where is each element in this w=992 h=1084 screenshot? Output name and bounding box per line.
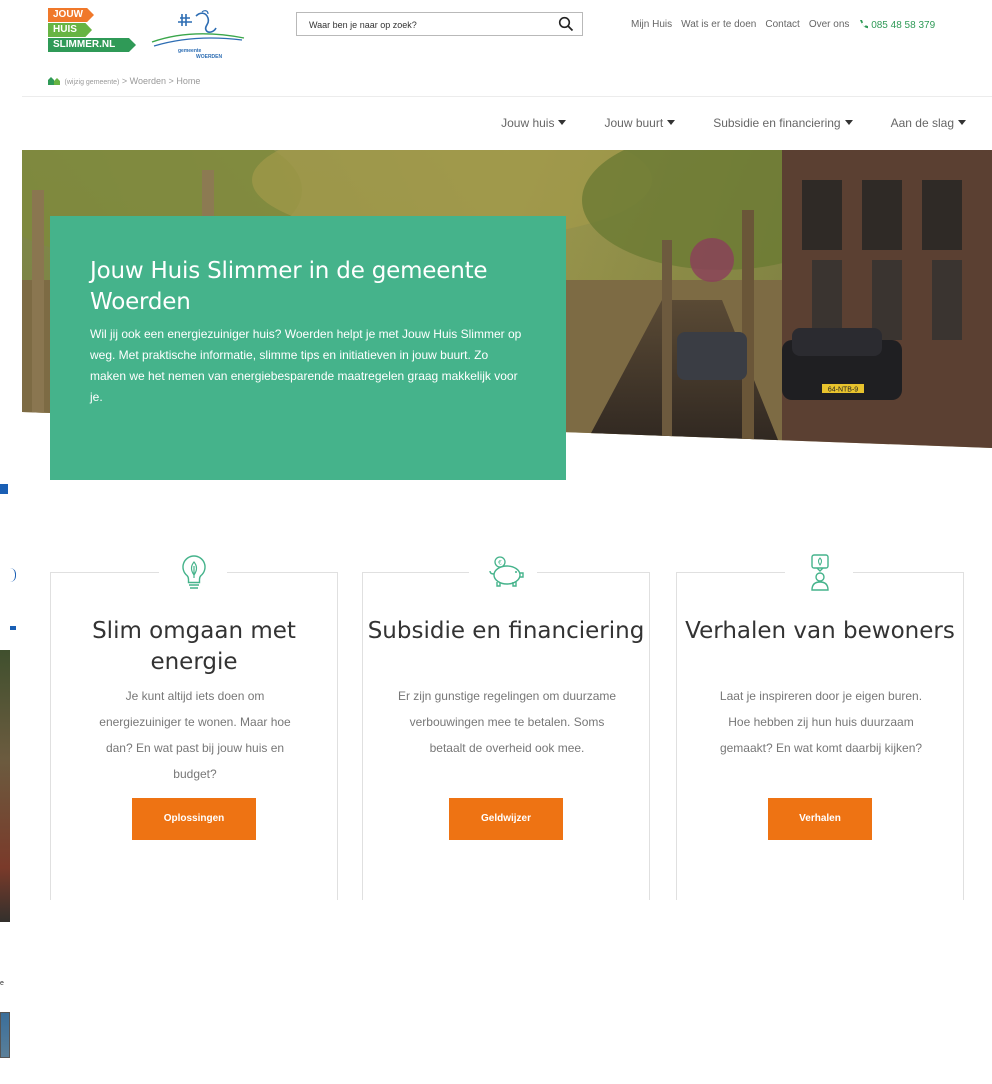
strip-blue-mark (0, 484, 8, 494)
logo-line-2: HUIS (48, 23, 92, 37)
card-top-border (537, 572, 649, 573)
municipality-name: gemeente WOERDEN (178, 48, 222, 60)
card-title: Subsidie en financiering (367, 618, 645, 644)
oplossingen-button[interactable]: Oplossingen (132, 798, 256, 840)
card-top-border (51, 572, 159, 573)
search-box (296, 12, 583, 36)
card-top-border (363, 572, 469, 573)
card-top-border (853, 572, 963, 573)
municipality-name-line-2: WOERDEN (196, 54, 223, 60)
caret-down-icon (558, 120, 567, 125)
nav-jouw-buurt-label: Jouw buurt (604, 116, 664, 130)
strip-photo-2 (0, 1012, 10, 1058)
card-title: Verhalen van bewoners (685, 618, 955, 644)
logo-line-3: SLIMMER.NL (48, 38, 136, 52)
svg-text:€: € (498, 560, 502, 567)
topnav-mijn-huis[interactable]: Mijn Huis (631, 19, 672, 31)
card-subsidie: € Subsidie en financiering Er zijn gunst… (362, 556, 650, 900)
main-navigation: Jouw huis Jouw buurt Subsidie en financi… (463, 116, 966, 130)
piggy-bank-icon: € (489, 556, 524, 587)
municipality-crest-icon (151, 10, 245, 47)
nav-aan-de-slag-label: Aan de slag (890, 116, 954, 130)
nav-subsidie[interactable]: Subsidie en financiering (713, 116, 853, 130)
topnav-over-ons[interactable]: Over ons (809, 19, 850, 31)
card-text: Er zijn gunstige regelingen om duurzame … (397, 689, 617, 755)
site-logo[interactable]: JOUW HUIS SLIMMER.NL (48, 8, 138, 60)
breadcrumb-home: Home (176, 76, 201, 86)
card-text: Laat je inspireren door je eigen buren. … (719, 689, 923, 755)
header-divider (22, 96, 992, 97)
card-top-border (227, 572, 337, 573)
breadcrumb-woerden[interactable]: Woerden (130, 76, 166, 86)
logo-line-1: JOUW (48, 8, 94, 22)
phone-number: 085 48 58 379 (871, 20, 936, 31)
search-icon[interactable] (558, 16, 574, 32)
strip-curve (10, 568, 16, 582)
license-plate-text: 64-NTB-9 (828, 387, 858, 394)
houses-icon (48, 77, 60, 85)
strip-dash (10, 626, 16, 630)
caret-down-icon (844, 120, 853, 125)
card-verhalen: Verhalen van bewoners Laat je inspireren… (676, 554, 964, 900)
hero-intro-box: Jouw Huis Slimmer in de gemeente Woerden… (50, 216, 566, 480)
nav-subsidie-label: Subsidie en financiering (713, 116, 841, 130)
nav-jouw-buurt[interactable]: Jouw buurt (604, 116, 676, 130)
breadcrumb-separator: > (168, 76, 174, 86)
strip-text: e (0, 980, 4, 987)
lightbulb-icon (182, 555, 206, 589)
nav-aan-de-slag[interactable]: Aan de slag (891, 116, 966, 130)
search-input[interactable] (309, 17, 539, 33)
card-energie: Slim omgaan met energie Je kunt altijd i… (50, 555, 338, 900)
hero-text: Wil jij ook een energiezuiniger huis? Wo… (90, 327, 522, 404)
verhalen-button[interactable]: Verhalen (768, 798, 872, 840)
resident-icon (811, 554, 829, 591)
phone-icon (860, 20, 869, 29)
topnav-phone[interactable]: 085 48 58 379 (858, 19, 935, 31)
caret-down-icon (958, 120, 966, 125)
caret-down-icon (667, 120, 676, 125)
left-window-strip: e (0, 0, 22, 1084)
topnav-wat-is-er-te-doen[interactable]: Wat is er te doen (681, 19, 756, 31)
card-title: Slim omgaan met energie (92, 618, 296, 675)
nav-jouw-huis-label: Jouw huis (501, 116, 555, 130)
topnav-contact[interactable]: Contact (765, 19, 799, 31)
breadcrumb: (wijzig gemeente) > Woerden > Home (48, 76, 200, 86)
card-top-border (677, 572, 785, 573)
nav-jouw-huis[interactable]: Jouw huis (501, 116, 567, 130)
geldwijzer-button[interactable]: Geldwijzer (449, 798, 563, 840)
breadcrumb-separator: > (121, 76, 128, 86)
card-text: Je kunt altijd iets doen om energiezuini… (99, 689, 291, 781)
top-navigation: Mijn Huis Wat is er te doen Contact Over… (631, 19, 935, 31)
breadcrumb-change-municipality[interactable]: (wijzig gemeente) (65, 79, 120, 86)
hero-title: Jouw Huis Slimmer in de gemeente Woerden (90, 258, 488, 315)
strip-photo (0, 650, 10, 922)
municipality-logo[interactable]: gemeente WOERDEN (150, 8, 246, 62)
